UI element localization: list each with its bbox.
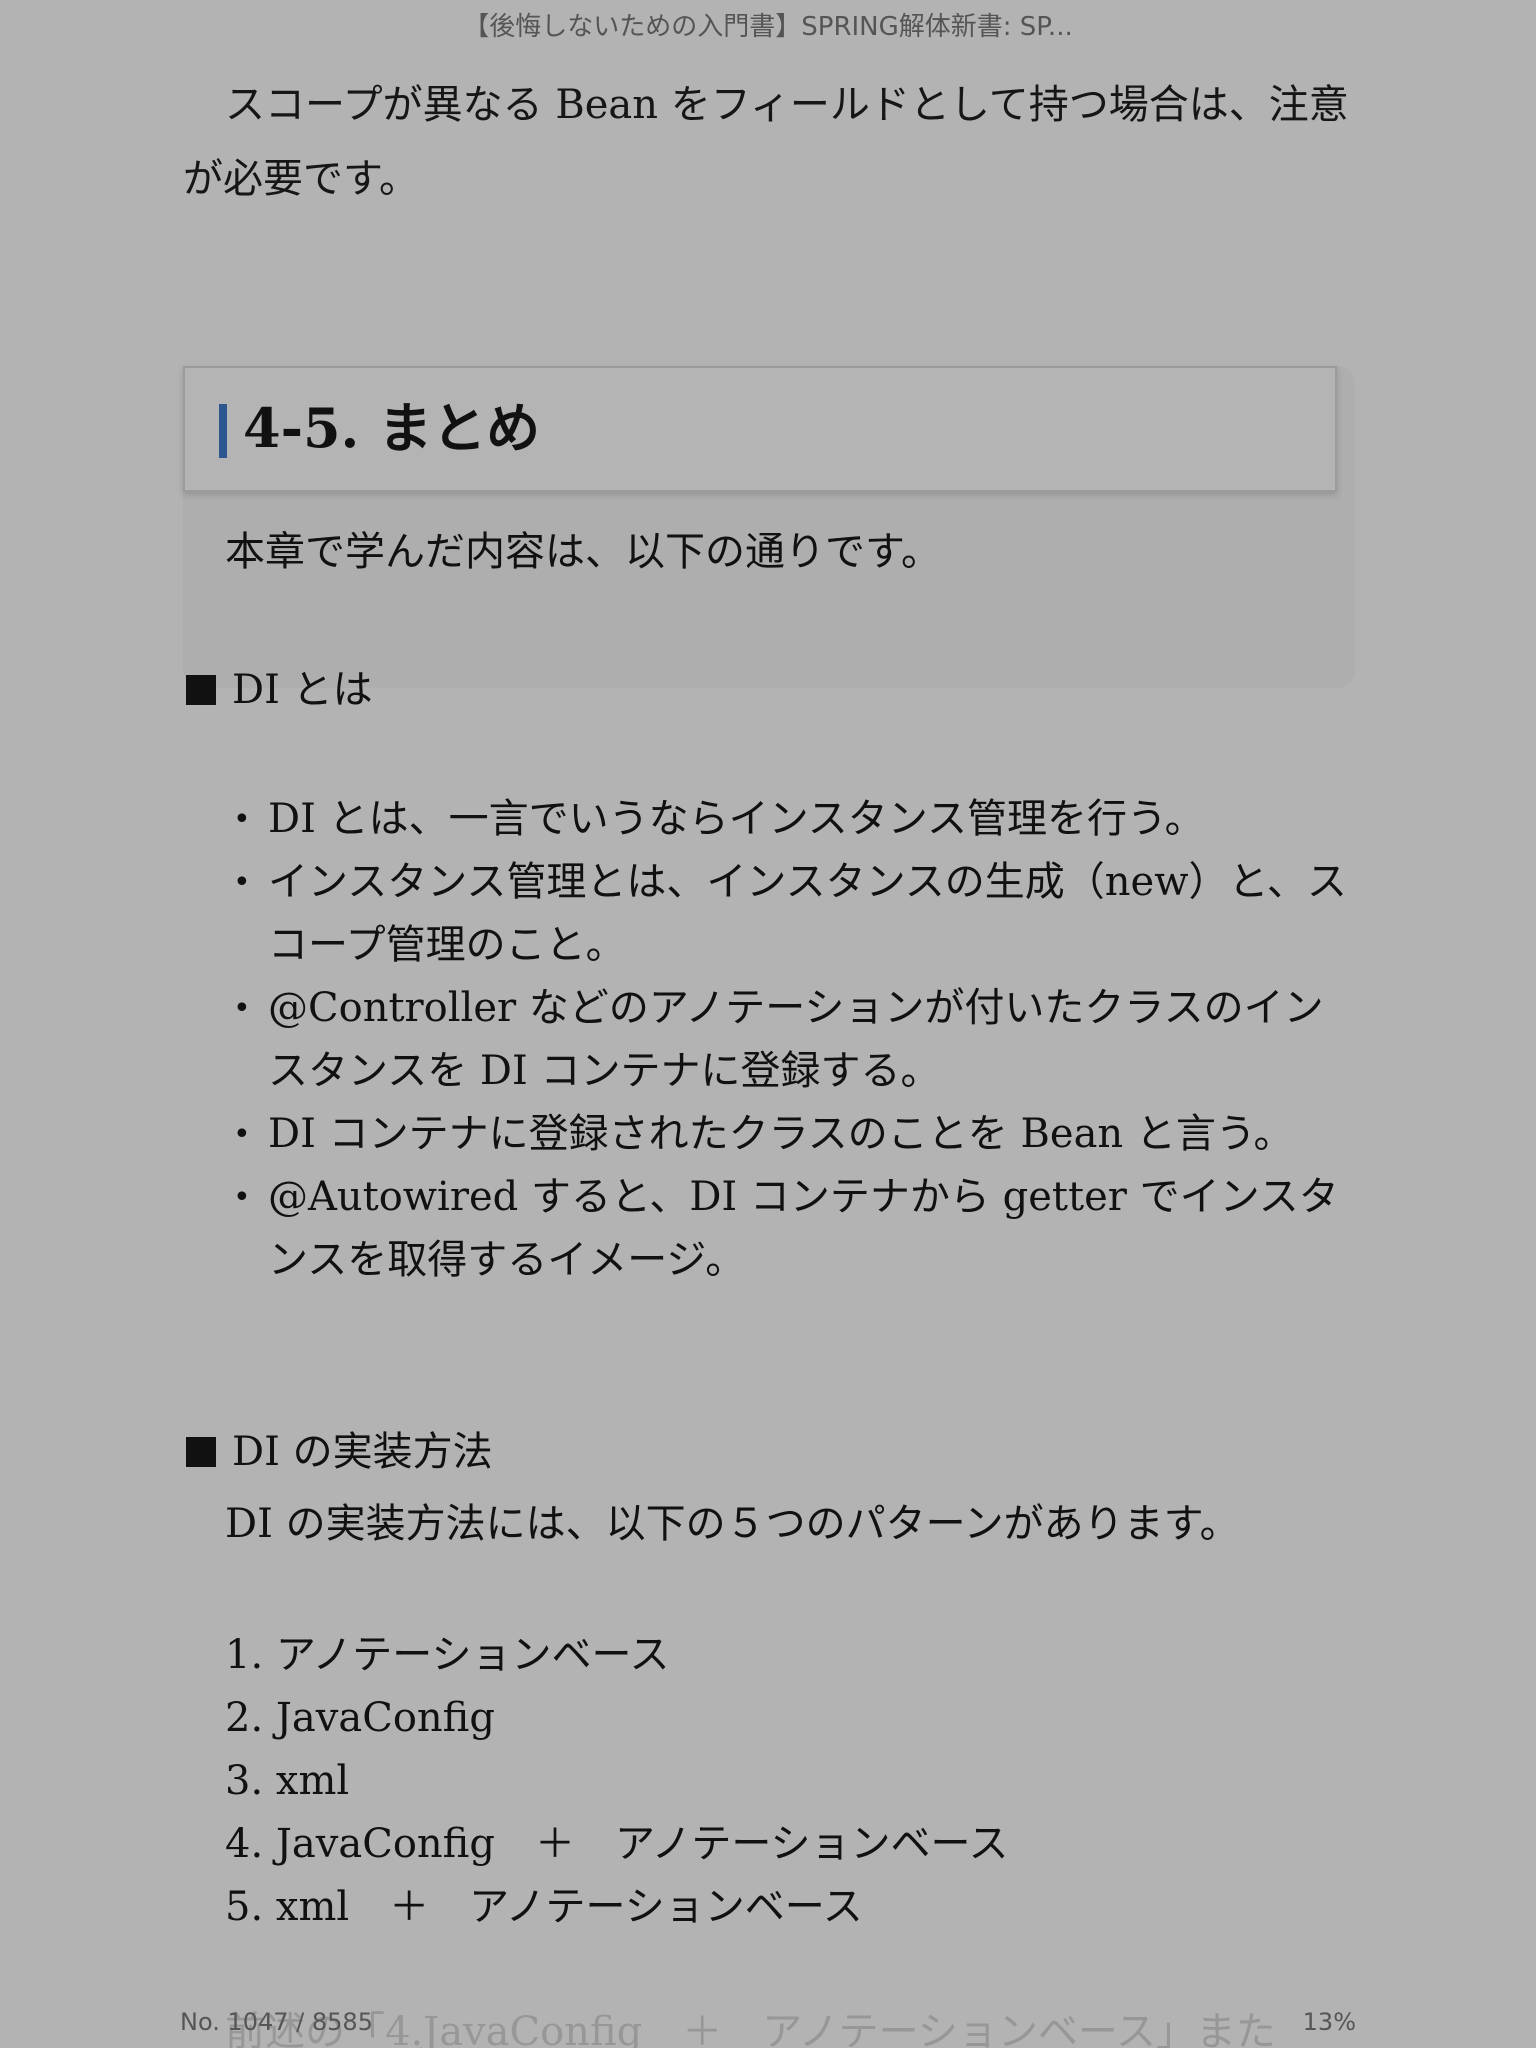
heading-accent-bar bbox=[219, 404, 227, 458]
list-item: • @Controller などのアノテーションが付いたクラスのインスタンスを D… bbox=[228, 977, 1354, 1103]
section-intro: 本章で学んだ内容は、以下の通りです。 bbox=[225, 529, 941, 575]
section-heading: 4-5. まとめ bbox=[243, 396, 541, 460]
opening-paragraph: スコープが異なる Bean をフィールドとして持つ場合は、注意が必要です。 bbox=[183, 68, 1353, 216]
subhead-di-implementation: DI の実装方法 bbox=[186, 1422, 493, 1482]
square-bullet-icon bbox=[186, 1437, 216, 1467]
location-indicator[interactable]: No. 1047 / 8585 bbox=[180, 2008, 373, 2036]
list-item-text: インスタンス管理とは、インスタンスの生成（new）と、スコープ管理のこと。 bbox=[268, 859, 1347, 968]
list-item-text: DI コンテナに登録されたクラスのことを Bean と言う。 bbox=[268, 1111, 1294, 1157]
implementation-pattern-list: 1. アノテーションベース 2. JavaConfig 3. xml 4. Ja… bbox=[225, 1624, 1009, 1939]
bullet-dot-icon: • bbox=[233, 1117, 251, 1152]
list-item-text: DI とは、一言でいうならインスタンス管理を行う。 bbox=[268, 796, 1205, 842]
list-item: 3. xml bbox=[225, 1758, 350, 1804]
list-item: • DI とは、一言でいうならインスタンス管理を行う。 bbox=[228, 788, 1354, 851]
subhead-di-text: DI とは bbox=[232, 667, 373, 713]
bullet-dot-icon: • bbox=[233, 991, 251, 1026]
list-item: 5. xml ＋ アノテーションベース bbox=[225, 1884, 863, 1930]
faded-next-line: 前述の「4.JavaConfig ＋ アノテーションベース」また bbox=[225, 2009, 1276, 2048]
progress-percent[interactable]: 13% bbox=[1303, 2008, 1356, 2036]
bullet-dot-icon: • bbox=[233, 1180, 251, 1215]
opening-paragraph-text: スコープが異なる Bean をフィールドとして持つ場合は、注意が必要です。 bbox=[183, 82, 1349, 202]
di-bullet-list: • DI とは、一言でいうならインスタンス管理を行う。 • インスタンス管理とは、イ… bbox=[228, 788, 1354, 1292]
bullet-dot-icon: • bbox=[233, 865, 251, 900]
implementation-intro: DI の実装方法には、以下の５つのパターンがあります。 bbox=[225, 1501, 1240, 1547]
list-item: • DI コンテナに登録されたクラスのことを Bean と言う。 bbox=[228, 1103, 1354, 1166]
bullet-dot-icon: • bbox=[233, 802, 251, 837]
list-item: 4. JavaConfig ＋ アノテーションベース bbox=[225, 1821, 1009, 1867]
section-heading-box: 4-5. まとめ bbox=[183, 366, 1337, 492]
subhead-di: DI とは bbox=[186, 660, 373, 720]
list-item-text: @Controller などのアノテーションが付いたクラスのインスタンスを DI… bbox=[268, 985, 1324, 1094]
list-item: 1. アノテーションベース bbox=[225, 1632, 670, 1678]
list-item: • @Autowired すると、DI コンテナから getter でインスタンス… bbox=[228, 1166, 1354, 1292]
square-bullet-icon bbox=[186, 675, 216, 705]
book-title[interactable]: 【後悔しないための入門書】SPRING解体新書: SP... bbox=[0, 6, 1536, 43]
list-item-text: @Autowired すると、DI コンテナから getter でインスタンスを… bbox=[268, 1174, 1339, 1283]
list-item: • インスタンス管理とは、インスタンスの生成（new）と、スコープ管理のこと。 bbox=[228, 851, 1354, 977]
subhead-impl-text: DI の実装方法 bbox=[232, 1429, 493, 1475]
list-item: 2. JavaConfig bbox=[225, 1695, 495, 1741]
